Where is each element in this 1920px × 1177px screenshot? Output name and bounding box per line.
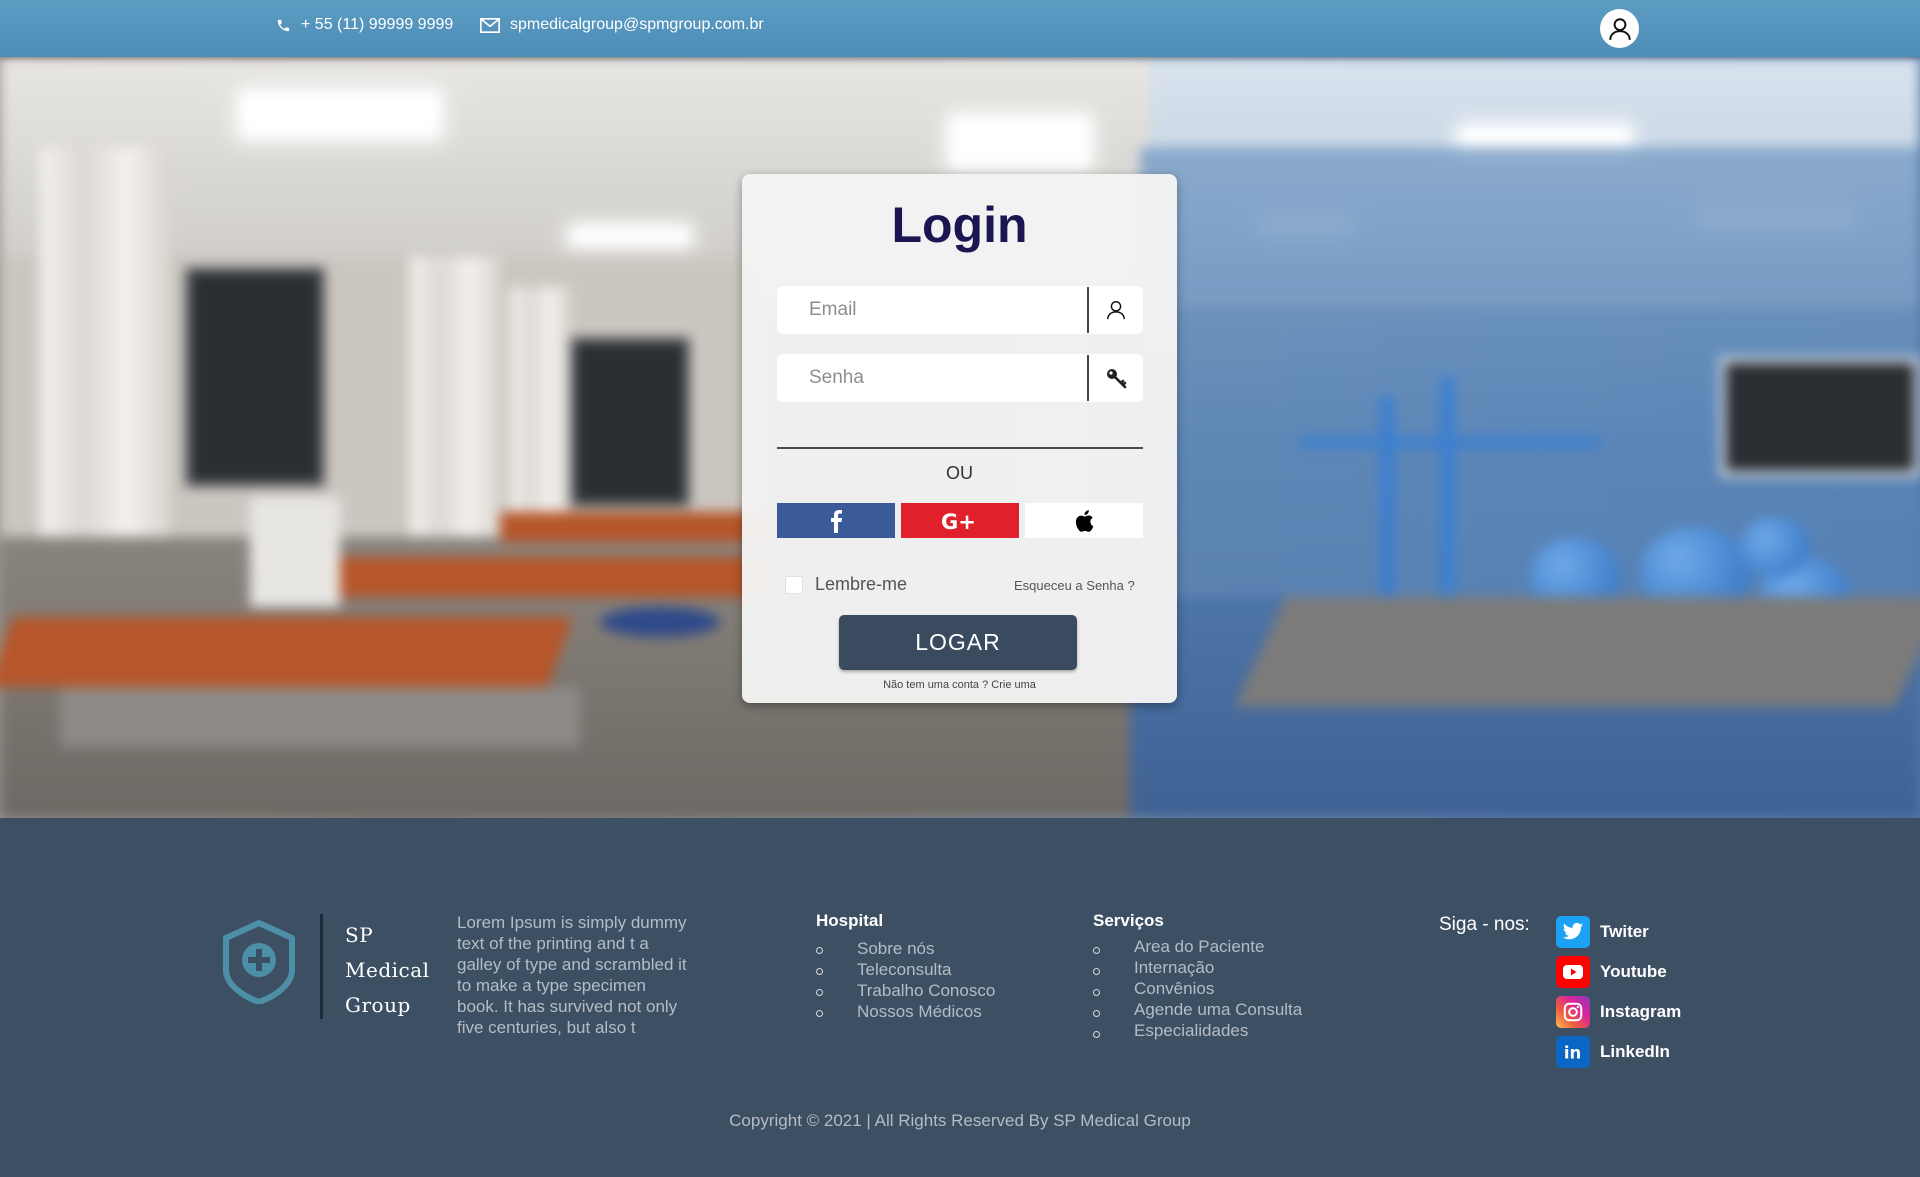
brand-name: SP Medical Group	[345, 918, 430, 1023]
email-field-icon	[1089, 286, 1143, 334]
apple-login-button[interactable]	[1025, 503, 1143, 538]
social-link-linkedin[interactable]: in LinkedIn	[1556, 1034, 1681, 1069]
brand-line: Medical	[345, 958, 430, 982]
login-card: Login OU G+ Lembre-me	[742, 174, 1177, 703]
password-field[interactable]	[777, 354, 1143, 402]
divider-line	[777, 447, 1143, 449]
services-link[interactable]: Internação	[1093, 957, 1302, 978]
top-bar: + 55 (11) 99999 9999 spmedicalgroup@spmg…	[0, 0, 1920, 57]
google-plus-login-button[interactable]: G+	[901, 503, 1019, 538]
youtube-icon	[1556, 955, 1590, 988]
user-account-button[interactable]	[1600, 9, 1639, 48]
google-plus-icon: G+	[941, 510, 976, 533]
social-links: Twiter Youtube Instagram in LinkedIn	[1556, 914, 1681, 1074]
hospital-link[interactable]: Trabalho Conosco	[816, 980, 995, 1001]
email-input[interactable]	[777, 286, 1087, 334]
hero-background: Login OU G+ Lembre-me	[0, 57, 1920, 818]
services-title: Serviços	[1093, 911, 1164, 930]
hospital-title: Hospital	[816, 911, 884, 930]
services-link[interactable]: Convênios	[1093, 978, 1302, 999]
social-label: LinkedIn	[1600, 1041, 1670, 1061]
hospital-links: Sobre nós Teleconsulta Trabalho Conosco …	[816, 938, 995, 1022]
services-link[interactable]: Especialidades	[1093, 1020, 1302, 1041]
phone-icon	[277, 19, 290, 31]
brand-line: SP	[345, 923, 374, 947]
signup-link[interactable]: Não tem uma conta ? Crie uma	[742, 679, 1177, 691]
facebook-icon	[831, 509, 842, 533]
follow-label: Siga - nos:	[1439, 914, 1530, 935]
linkedin-icon: in	[1556, 1035, 1590, 1068]
hospital-link[interactable]: Teleconsulta	[816, 959, 995, 980]
hospital-link[interactable]: Nossos Médicos	[816, 1001, 995, 1022]
remember-me[interactable]: Lembre-me	[785, 574, 907, 595]
password-input[interactable]	[777, 354, 1087, 402]
contact-phone: + 55 (11) 99999 9999	[276, 16, 453, 34]
mail-icon	[480, 17, 500, 33]
user-icon	[1107, 301, 1125, 320]
services-link[interactable]: Agende uma Consulta	[1093, 999, 1302, 1020]
social-link-instagram[interactable]: Instagram	[1556, 994, 1681, 1029]
services-link[interactable]: Area do Paciente	[1093, 936, 1302, 957]
social-label: Instagram	[1600, 1001, 1682, 1021]
remember-label: Lembre-me	[815, 574, 908, 594]
contact-email: spmedicalgroup@spmgroup.com.br	[480, 16, 764, 34]
social-link-youtube[interactable]: Youtube	[1556, 954, 1681, 989]
footer: SP Medical Group Lorem Ipsum is simply d…	[0, 818, 1920, 1177]
instagram-icon	[1556, 995, 1590, 1028]
about-text: Lorem Ipsum is simply dummy text of the …	[457, 913, 687, 1037]
services-links: Area do Paciente Internação Convênios Ag…	[1093, 936, 1302, 1041]
facebook-login-button[interactable]	[777, 503, 895, 538]
login-title: Login	[891, 197, 1028, 253]
remember-checkbox[interactable]	[785, 575, 803, 594]
or-label: OU	[946, 463, 973, 483]
apple-icon	[1075, 509, 1094, 532]
phone-text: + 55 (11) 99999 9999	[301, 16, 454, 33]
user-icon	[1608, 17, 1631, 40]
social-link-twitter[interactable]: Twiter	[1556, 914, 1681, 949]
login-submit-button[interactable]: LOGAR	[839, 615, 1077, 670]
email-text[interactable]: spmedicalgroup@spmgroup.com.br	[510, 16, 764, 34]
email-field[interactable]	[777, 286, 1143, 334]
brand-line: Group	[345, 993, 411, 1017]
logo	[220, 918, 298, 1009]
password-field-icon	[1089, 354, 1143, 402]
forgot-password-link[interactable]: Esqueceu a Senha ?	[1014, 578, 1135, 593]
hospital-link[interactable]: Sobre nós	[816, 938, 995, 959]
logo-divider	[320, 914, 323, 1019]
social-label: Youtube	[1600, 961, 1667, 981]
twitter-icon	[1556, 915, 1590, 948]
copyright: Copyright © 2021 | All Rights Reserved B…	[729, 1111, 1191, 1130]
svg-text:G+: G+	[941, 510, 976, 533]
medical-shield-icon	[223, 920, 295, 1005]
social-label: Twiter	[1600, 921, 1649, 941]
svg-text:in: in	[1564, 1043, 1581, 1062]
key-icon	[1107, 369, 1127, 389]
